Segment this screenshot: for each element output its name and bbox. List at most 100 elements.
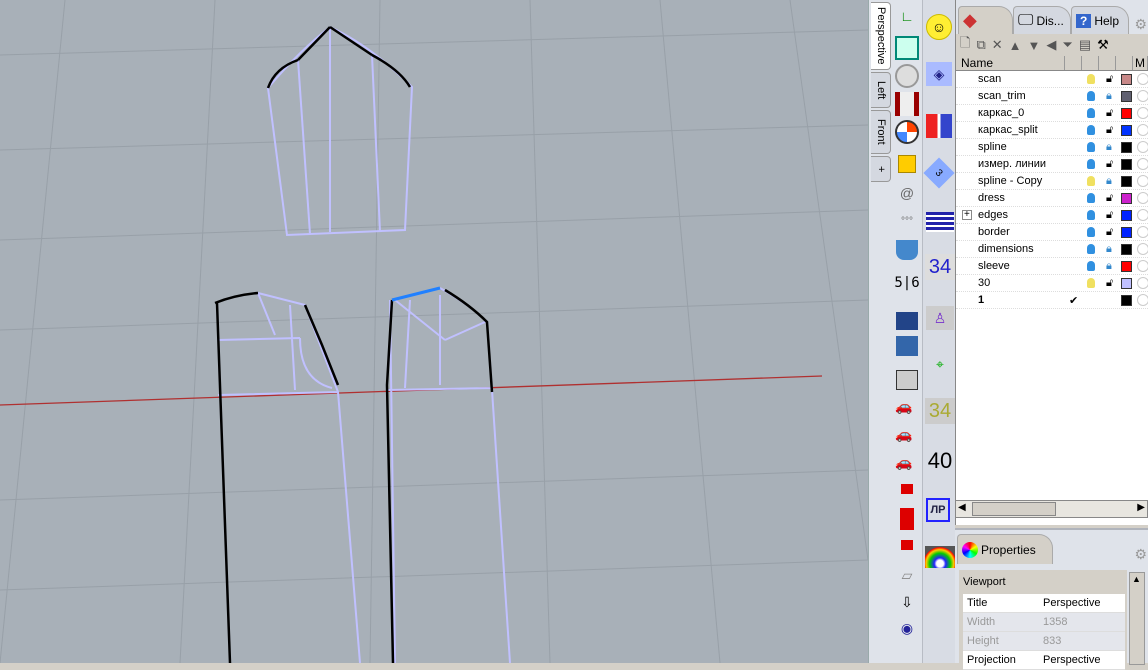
material-circle[interactable] (1137, 226, 1148, 238)
material-circle[interactable] (1137, 243, 1148, 255)
layer-color-swatch[interactable] (1121, 277, 1132, 289)
lock-icon[interactable]: 🔒︎ (1106, 90, 1112, 103)
visibility-bulb-icon[interactable] (1087, 159, 1095, 169)
layer-row[interactable]: spline 🔒︎ (956, 139, 1148, 156)
tab-layers[interactable]: ◆ (958, 6, 1013, 34)
panel-icon[interactable] (895, 92, 919, 116)
lock-icon[interactable]: 🔒︎ (1106, 260, 1112, 273)
back-icon[interactable]: ◀ (1046, 37, 1056, 53)
layer-row[interactable]: 30 🔓︎ (956, 275, 1148, 292)
layer-color-swatch[interactable] (1121, 192, 1132, 204)
tools-icon[interactable]: ⚒ (1097, 37, 1109, 53)
column-name[interactable]: Name (956, 56, 1066, 70)
target-icon[interactable]: ⇩ (895, 592, 919, 612)
lock-icon[interactable]: 🔒︎ (1106, 175, 1112, 188)
layer-color-swatch[interactable] (1121, 175, 1132, 187)
layer-color-swatch[interactable] (1121, 141, 1132, 153)
layer-color-swatch[interactable] (1121, 209, 1132, 221)
material-circle[interactable] (1137, 277, 1148, 289)
layer-name[interactable]: sleeve (978, 260, 1010, 272)
new-layer-icon[interactable]: 🗋 (960, 34, 970, 56)
layer-name[interactable]: каркас_split (978, 124, 1038, 136)
layer-name[interactable]: border (978, 226, 1010, 238)
car-front-icon[interactable] (901, 484, 913, 494)
material-circle[interactable] (1137, 260, 1148, 272)
expand-icon[interactable]: + (962, 210, 972, 220)
tab-left[interactable]: Left (871, 72, 891, 108)
column-material[interactable]: M (1133, 56, 1148, 70)
layer-row[interactable]: scan_trim 🔒︎ (956, 88, 1148, 105)
layer-row[interactable]: dress 🔓︎ (956, 190, 1148, 207)
layer-row[interactable]: + edges 🔓︎ (956, 207, 1148, 224)
layout-icon[interactable] (895, 36, 919, 60)
move-down-icon[interactable]: ▼ (1028, 38, 1041, 53)
visibility-bulb-icon[interactable] (1087, 74, 1095, 84)
box-icon[interactable] (898, 155, 916, 173)
layer-name[interactable]: каркас_0 (978, 107, 1024, 119)
material-circle[interactable] (1137, 294, 1148, 306)
layer-name[interactable]: spline (978, 141, 1007, 153)
material-circle[interactable] (1137, 141, 1148, 153)
unlock-icon[interactable]: 🔓︎ (1106, 73, 1113, 86)
flags-icon[interactable] (926, 114, 952, 138)
layer-row[interactable]: измер. линии 🔓︎ (956, 156, 1148, 173)
lock-icon[interactable]: 🔒︎ (1106, 141, 1112, 154)
grid-icon[interactable] (896, 370, 918, 390)
number-40[interactable]: 40 (925, 448, 955, 474)
layer-color-swatch[interactable] (1121, 294, 1132, 306)
viewport-canvas[interactable] (0, 0, 868, 663)
sleeve-pattern[interactable] (266, 26, 414, 237)
add-viewport-tab[interactable]: + (871, 156, 891, 182)
viewport-icon[interactable] (895, 120, 919, 144)
material-circle[interactable] (1137, 124, 1148, 136)
scroll-right-icon[interactable]: ▶ (1137, 502, 1145, 513)
visibility-bulb-icon[interactable] (1087, 210, 1095, 220)
property-value[interactable]: Perspective (1039, 594, 1125, 612)
tab-properties[interactable]: Properties (957, 534, 1053, 564)
material-circle[interactable] (1137, 209, 1148, 221)
layer-color-swatch[interactable] (1121, 73, 1132, 85)
unlock-icon[interactable]: 🔓︎ (1106, 124, 1113, 137)
layer-color-swatch[interactable] (1121, 90, 1132, 102)
layer-color-swatch[interactable] (1121, 158, 1132, 170)
front-pattern[interactable] (216, 292, 361, 663)
unlock-icon[interactable]: 🔓︎ (1106, 277, 1113, 290)
back-pattern[interactable] (387, 287, 511, 663)
resize-icon[interactable] (896, 336, 918, 356)
visibility-bulb-icon[interactable] (1087, 261, 1095, 271)
property-row[interactable]: Width 1358 (963, 613, 1125, 632)
layer-row[interactable]: scan 🔓︎ (956, 71, 1148, 88)
filter-icon[interactable]: ⏷ (1062, 37, 1072, 53)
visibility-bulb-icon[interactable] (1087, 244, 1095, 254)
unlock-icon[interactable]: 🔓︎ (1106, 107, 1113, 120)
properties-scrollbar[interactable]: ▲ (1129, 572, 1145, 665)
layer-name[interactable]: scan (978, 73, 1001, 85)
rainbow-icon[interactable] (925, 546, 955, 568)
visibility-bulb-icon[interactable] (1087, 193, 1095, 203)
figure-icon[interactable]: ♙ (926, 306, 954, 330)
layers-horizontal-scrollbar[interactable]: ◀ ▶ (955, 500, 1148, 518)
visibility-bulb-icon[interactable] (1087, 227, 1095, 237)
layer-name[interactable]: измер. линии (978, 158, 1046, 170)
stack-icon[interactable] (926, 212, 954, 232)
car-back-icon[interactable] (901, 540, 913, 550)
perspective-viewport[interactable] (0, 0, 868, 663)
property-row[interactable]: Title Perspective (963, 594, 1125, 613)
layer-name[interactable]: 30 (978, 277, 990, 289)
diamond-icon[interactable]: 3 (923, 157, 955, 189)
scroll-up-icon[interactable]: ▲ (1130, 574, 1141, 584)
number-34-olive[interactable]: 34 (925, 398, 955, 424)
lock-icon[interactable]: 🔒︎ (1106, 243, 1112, 256)
unlock-icon[interactable]: 🔓︎ (1106, 209, 1113, 222)
car-top-icon[interactable] (900, 508, 914, 530)
spiral-icon[interactable]: @ (895, 182, 919, 204)
cylinder-icon[interactable] (895, 64, 919, 88)
visibility-bulb-icon[interactable] (1087, 142, 1095, 152)
section-viewport[interactable]: Viewport (963, 576, 1006, 588)
visibility-bulb-icon[interactable] (1087, 176, 1095, 186)
gem-icon[interactable]: ◈ (926, 62, 952, 86)
property-value[interactable]: Perspective (1039, 651, 1125, 669)
tab-front[interactable]: Front (871, 110, 891, 154)
visibility-bulb-icon[interactable] (1087, 91, 1095, 101)
layer-name[interactable]: scan_trim (978, 90, 1026, 102)
